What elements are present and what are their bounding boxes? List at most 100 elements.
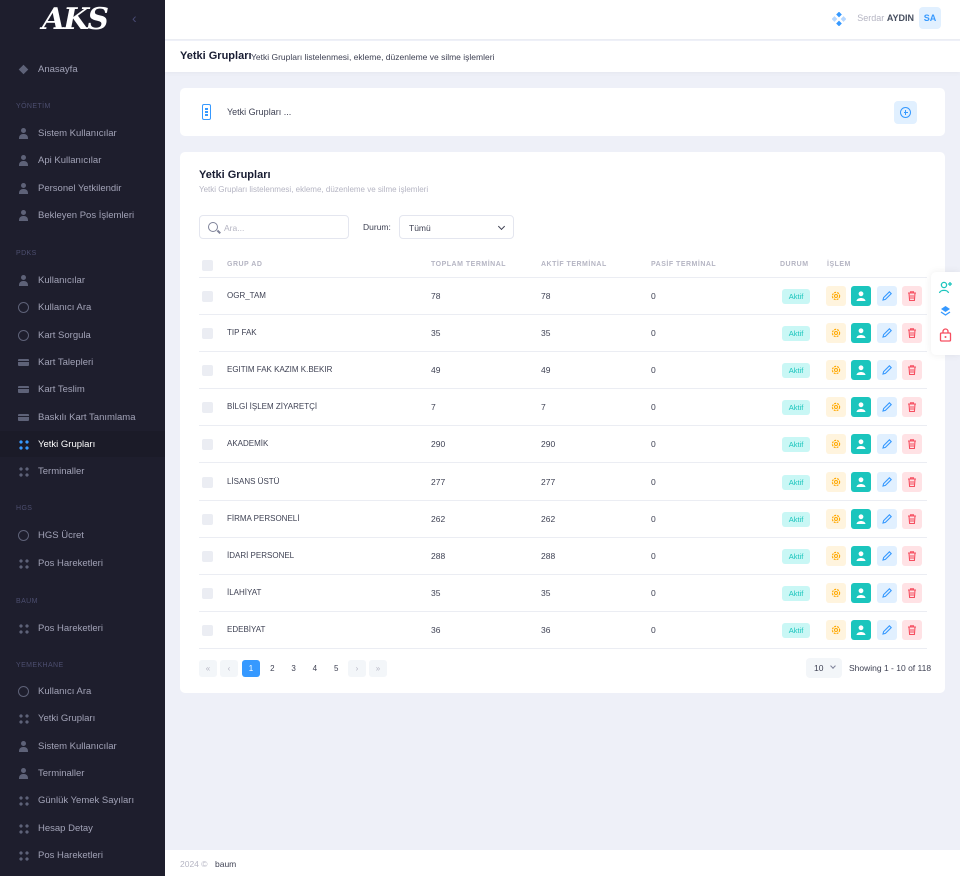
last-page-button[interactable]: » <box>369 660 387 677</box>
avatar[interactable]: SA <box>919 7 941 29</box>
settings-button[interactable] <box>826 323 846 343</box>
sidebar-item[interactable]: Kullanıcı Ara <box>0 678 165 704</box>
sidebar-item[interactable]: Pos Hareketleri <box>0 615 165 641</box>
delete-button[interactable] <box>902 397 922 417</box>
delete-button[interactable] <box>902 434 922 454</box>
sidebar-item[interactable]: Pos Hareketleri <box>0 550 165 576</box>
settings-button[interactable] <box>826 546 846 566</box>
row-checkbox[interactable] <box>202 588 213 599</box>
row-checkbox[interactable] <box>202 291 213 302</box>
status-filter-select[interactable]: Tümü <box>399 215 514 239</box>
sidebar-item[interactable]: Api Kullanıcılar <box>0 147 165 173</box>
row-checkbox[interactable] <box>202 514 213 525</box>
delete-button[interactable] <box>902 472 922 492</box>
sidebar-item[interactable]: Pos Hareketleri <box>0 842 165 868</box>
page-number-button[interactable]: 4 <box>306 660 324 677</box>
first-page-button[interactable]: « <box>199 660 217 677</box>
prev-page-button[interactable]: ‹ <box>220 660 238 677</box>
user-assign-button[interactable] <box>851 472 871 492</box>
delete-button[interactable] <box>902 360 922 380</box>
user-assign-button[interactable] <box>851 323 871 343</box>
sidebar-item[interactable]: Sistem Kullanıcılar <box>0 733 165 759</box>
settings-button[interactable] <box>826 583 846 603</box>
sidebar-item[interactable]: Terminaller <box>0 458 165 484</box>
row-checkbox[interactable] <box>202 328 213 339</box>
sidebar-item[interactable]: HGS Ücret <box>0 522 165 548</box>
sidebar-item[interactable]: Kart Sorgula <box>0 322 165 348</box>
delete-button[interactable] <box>902 620 922 640</box>
sidebar-item[interactable]: Personel Yetkilendir <box>0 175 165 201</box>
delete-button[interactable] <box>902 583 922 603</box>
delete-button[interactable] <box>902 546 922 566</box>
row-checkbox[interactable] <box>202 625 213 636</box>
delete-button[interactable] <box>902 509 922 529</box>
delete-button[interactable] <box>902 286 922 306</box>
user-assign-button[interactable] <box>851 397 871 417</box>
settings-button[interactable] <box>826 472 846 492</box>
settings-button[interactable] <box>826 360 846 380</box>
sidebar-item[interactable]: Kullanıcı Ara <box>0 294 165 320</box>
user-assign-button[interactable] <box>851 286 871 306</box>
column-status[interactable]: DURUM <box>780 261 809 268</box>
column-active[interactable]: AKTİF TERMİNAL <box>541 261 607 268</box>
edit-button[interactable] <box>877 620 897 640</box>
row-checkbox[interactable] <box>202 551 213 562</box>
settings-button[interactable] <box>826 620 846 640</box>
row-checkbox[interactable] <box>202 477 213 488</box>
user-assign-button[interactable] <box>851 509 871 529</box>
settings-button[interactable] <box>826 397 846 417</box>
edit-button[interactable] <box>877 509 897 529</box>
shopping-bag-icon[interactable] <box>938 328 953 343</box>
sidebar-item[interactable]: Kart Teslim <box>0 376 165 402</box>
edit-button[interactable] <box>877 360 897 380</box>
sidebar-item[interactable]: Hesap Detay <box>0 815 165 841</box>
select-all-checkbox[interactable] <box>202 260 213 271</box>
edit-button[interactable] <box>877 286 897 306</box>
logo[interactable]: AKS <box>42 2 109 37</box>
add-group-button[interactable] <box>894 101 917 124</box>
sidebar-item[interactable]: Bekleyen Pos İşlemleri <box>0 202 165 228</box>
sidebar-item[interactable]: Anasayfa <box>0 56 165 82</box>
page-size-select[interactable]: 10 <box>806 658 842 678</box>
sidebar-item[interactable]: Kart Talepleri <box>0 349 165 375</box>
user-assign-button[interactable] <box>851 434 871 454</box>
sidebar-item[interactable]: Baskılı Kart Tanımlama <box>0 404 165 430</box>
user-assign-button[interactable] <box>851 620 871 640</box>
next-page-button[interactable]: › <box>348 660 366 677</box>
row-checkbox[interactable] <box>202 439 213 450</box>
settings-button[interactable] <box>826 509 846 529</box>
sidebar-item[interactable]: Yetki Grupları <box>0 705 165 731</box>
column-name[interactable]: GRUP AD <box>227 261 262 268</box>
column-total[interactable]: TOPLAM TERMİNAL <box>431 261 506 268</box>
sidebar-collapse-icon[interactable]: ‹ <box>132 10 137 26</box>
quick-actions-icon[interactable] <box>832 12 846 26</box>
row-checkbox[interactable] <box>202 402 213 413</box>
user-assign-button[interactable] <box>851 546 871 566</box>
search-input[interactable] <box>224 220 344 235</box>
layers-icon[interactable] <box>938 304 953 319</box>
edit-button[interactable] <box>877 434 897 454</box>
page-number-button[interactable]: 3 <box>285 660 303 677</box>
sidebar-item[interactable]: Terminaller <box>0 760 165 786</box>
user-assign-button[interactable] <box>851 360 871 380</box>
page-number-button[interactable]: 5 <box>327 660 345 677</box>
column-passive[interactable]: PASİF TERMİNAL <box>651 261 716 268</box>
page-number-button[interactable]: 2 <box>263 660 281 677</box>
edit-button[interactable] <box>877 472 897 492</box>
page-number-button[interactable]: 1 <box>242 660 260 677</box>
settings-button[interactable] <box>826 286 846 306</box>
settings-button[interactable] <box>826 434 846 454</box>
edit-button[interactable] <box>877 546 897 566</box>
footer-brand-link[interactable]: baum <box>215 859 236 869</box>
delete-button[interactable] <box>902 323 922 343</box>
edit-button[interactable] <box>877 323 897 343</box>
sidebar-item[interactable]: Kullanıcılar <box>0 267 165 293</box>
sidebar-item[interactable]: Günlük Yemek Sayıları <box>0 787 165 813</box>
edit-button[interactable] <box>877 397 897 417</box>
add-user-icon[interactable] <box>938 280 953 295</box>
sidebar-item[interactable]: Sistem Kullanıcılar <box>0 120 165 146</box>
row-checkbox[interactable] <box>202 365 213 376</box>
sidebar-item[interactable]: Yetki Grupları <box>0 431 165 457</box>
edit-button[interactable] <box>877 583 897 603</box>
user-greeting[interactable]: Serdar AYDIN <box>857 13 914 23</box>
